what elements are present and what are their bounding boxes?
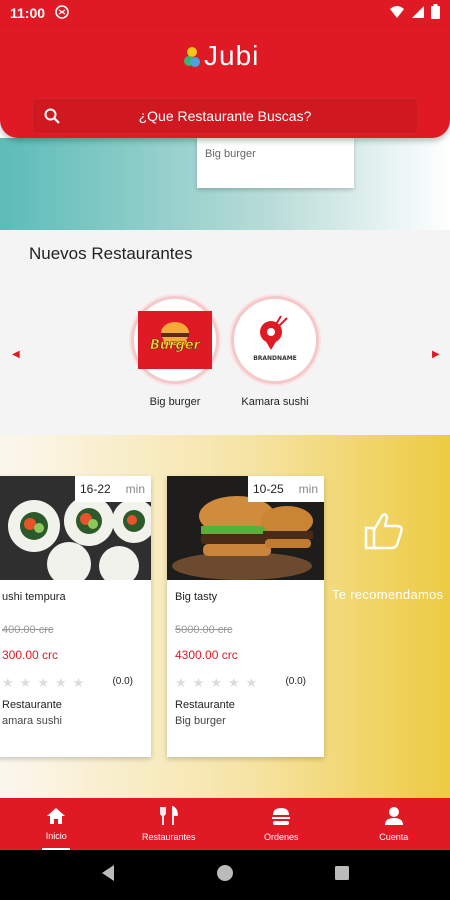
recommendations-section: 16-22 min ushi tempura 400.00 crc 300.00… (0, 435, 450, 798)
banner-card-text: Big burger (205, 148, 256, 160)
status-bar: 11:00 (0, 0, 450, 26)
restaurant-logo: BRANDNAME (231, 296, 319, 384)
restaurant-name: Big burger (175, 715, 226, 727)
old-price: 5000.00 crc (175, 624, 233, 636)
nav-item-inicio[interactable]: Inicio (0, 798, 113, 850)
old-price: 400.00 crc (2, 624, 54, 636)
time-range: 16-22 (80, 482, 111, 496)
recommend-label: Te recomendamos (332, 587, 444, 602)
restaurant-logo: Burger (131, 296, 219, 384)
restaurant-item[interactable]: Burger Big burger (130, 296, 220, 408)
logo-text: BRANDNAME (253, 355, 297, 362)
chevron-right-icon[interactable]: ▶ (432, 349, 440, 360)
star-icon: ★ (19, 675, 32, 690)
product-title: ushi tempura (2, 591, 66, 603)
delivery-time-badge: 16-22 min (75, 476, 151, 502)
new-price: 300.00 crc (2, 648, 59, 662)
home-icon (46, 807, 66, 827)
product-card[interactable]: 10-25 min Big tasty 5000.00 crc 4300.00 … (167, 476, 324, 757)
star-icon: ★ (2, 675, 14, 690)
star-icon: ★ (72, 675, 85, 690)
restaurant-name: amara sushi (2, 715, 62, 727)
nav-label: Cuenta (379, 832, 409, 842)
bottom-navigation: Inicio Restaurantes Ordenes Cuenta (0, 798, 450, 850)
delivery-time-badge: 10-25 min (248, 476, 324, 502)
logo-icon (184, 45, 200, 67)
notification-icon (55, 4, 69, 22)
logo-text: Jubi (204, 40, 260, 71)
nav-item-restaurantes[interactable]: Restaurantes (113, 798, 226, 850)
recents-icon[interactable] (334, 865, 350, 886)
star-icon: ★ (210, 675, 222, 690)
wifi-icon (389, 5, 405, 22)
star-rating: ★ ★ ★ ★ ★ (175, 675, 257, 691)
rating-value: (0.0) (112, 676, 133, 687)
new-restaurants-section: Nuevos Restaurantes ◀ ▶ Burger Big burge… (0, 230, 450, 435)
restaurant-item[interactable]: BRANDNAME Kamara sushi (230, 296, 320, 408)
nav-label: Restaurantes (141, 832, 196, 842)
product-title: Big tasty (175, 591, 218, 603)
nav-item-cuenta[interactable]: Cuenta (338, 798, 450, 850)
time-unit: min (125, 482, 145, 496)
nav-label: Ordenes (263, 832, 299, 842)
search-icon (32, 108, 72, 124)
star-icon: ★ (175, 675, 187, 690)
star-icon: ★ (54, 675, 67, 690)
time-unit: min (298, 482, 318, 496)
star-icon: ★ (192, 675, 205, 690)
restaurant-label: Restaurante (175, 699, 235, 711)
user-icon (384, 806, 404, 828)
star-rating: ★ ★ ★ ★ ★ (2, 675, 84, 691)
back-icon[interactable] (100, 864, 116, 887)
home-circle-icon[interactable] (216, 864, 234, 887)
logo-text: Burger (150, 338, 202, 353)
restaurant-label: Restaurante (2, 699, 62, 711)
section-title: Nuevos Restaurantes (29, 244, 193, 263)
chevron-left-icon[interactable]: ◀ (12, 349, 20, 360)
star-icon: ★ (227, 675, 240, 690)
rating-value: (0.0) (285, 676, 306, 687)
recommend-panel: Te recomendamos (332, 508, 444, 605)
battery-icon (431, 4, 440, 22)
thumbs-up-icon (362, 508, 444, 557)
star-icon: ★ (37, 675, 49, 690)
search-placeholder: ¿Que Restaurante Buscas? (138, 108, 312, 124)
app-logo[interactable]: Jubi (184, 40, 259, 72)
burger-icon (270, 806, 292, 828)
search-bar[interactable]: ¿Que Restaurante Buscas? (32, 98, 418, 134)
signal-icon (411, 5, 425, 22)
restaurant-name: Big burger (149, 396, 201, 408)
app-header: Jubi ¿Que Restaurante Buscas? (0, 26, 450, 138)
star-icon: ★ (245, 675, 258, 690)
system-navigation-bar (0, 850, 450, 900)
product-card[interactable]: 16-22 min ushi tempura 400.00 crc 300.00… (0, 476, 151, 757)
restaurant-name: Kamara sushi (241, 396, 309, 408)
status-time: 11:00 (10, 5, 46, 21)
banner-card[interactable]: Big burger (197, 138, 354, 188)
new-price: 4300.00 crc (175, 648, 238, 662)
nav-label: Inicio (45, 831, 67, 841)
cutlery-icon (159, 805, 179, 828)
nav-item-ordenes[interactable]: Ordenes (225, 798, 338, 850)
time-range: 10-25 (253, 482, 284, 496)
